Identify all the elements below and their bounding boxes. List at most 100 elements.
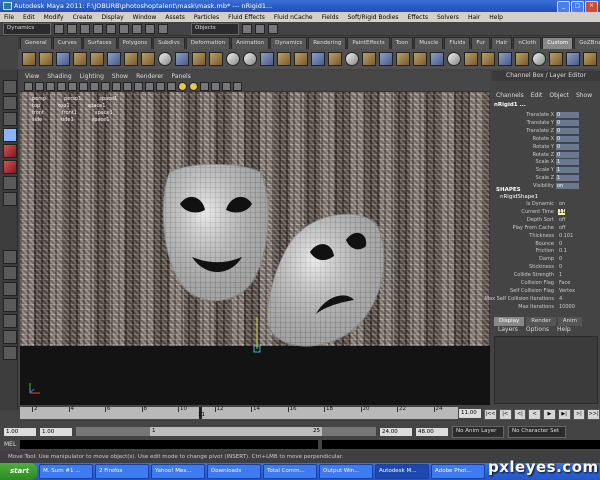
rotate-tool-icon[interactable] (3, 144, 17, 158)
panel-menu-shading[interactable]: Shading (47, 73, 71, 80)
shelf-tool-icon[interactable] (379, 52, 393, 66)
taskbar-item[interactable]: Autodesk M... (375, 464, 430, 479)
shelf-tool-icon[interactable] (90, 52, 104, 66)
comedy-mask[interactable] (163, 164, 269, 302)
animation-start-field[interactable]: 1.00 (4, 427, 36, 436)
sphere-icon[interactable] (226, 52, 240, 66)
attr-value[interactable]: 0.1 (558, 248, 567, 254)
taskbar-item[interactable]: Downloads (207, 464, 262, 479)
render-settings-icon[interactable] (268, 23, 278, 34)
shape-node-name[interactable]: nRigidShape1 (500, 194, 538, 200)
save-scene-icon[interactable] (80, 23, 90, 34)
image-plane-icon[interactable] (57, 81, 66, 91)
playback-start-field[interactable]: 1.00 (40, 427, 72, 436)
bookmark-icon[interactable] (46, 81, 55, 91)
mel-input[interactable] (20, 440, 319, 449)
attr-value[interactable]: 1 (558, 272, 562, 278)
attr-value[interactable]: 0 (556, 119, 579, 126)
attr-row-scale-x[interactable]: Scale X1 (492, 159, 598, 166)
perspective-viewport[interactable]: persp persp1 space1 top top1 space1 front front… (20, 92, 490, 405)
xray-icon[interactable] (211, 81, 220, 91)
sphere-icon[interactable] (243, 52, 257, 66)
lasso-tool-icon[interactable] (3, 96, 17, 110)
attr-row-max-iterations[interactable]: Max Iterations 10000 (492, 304, 598, 311)
last-tool-icon[interactable] (3, 192, 17, 206)
attr-row-stickiness[interactable]: Stickiness 0 (492, 264, 598, 271)
taskbar-item[interactable]: Yahoo! Mes... (151, 464, 206, 479)
sphere-icon[interactable] (532, 52, 546, 66)
menuset-dropdown[interactable]: Dynamics (3, 22, 51, 35)
range-slider-handle[interactable]: 1 25 (150, 427, 322, 436)
gate-mask-icon[interactable] (101, 81, 110, 91)
close-button[interactable]: × (585, 1, 598, 12)
camera-icon[interactable] (24, 81, 33, 91)
panel-menu-show[interactable]: Show (112, 73, 128, 80)
select-component-icon[interactable] (119, 23, 129, 34)
shelf-tool-icon[interactable] (124, 52, 138, 66)
shelf-tool-icon[interactable] (22, 52, 36, 66)
menu-assets[interactable]: Assets (165, 14, 185, 21)
menu-fluid-ncache[interactable]: Fluid nCache (274, 14, 313, 21)
shelf-tab-custom[interactable]: Custom (542, 37, 574, 49)
playback-button-7[interactable]: >>| (587, 409, 600, 420)
attr-row-translate-y[interactable]: Translate Y0 (492, 119, 598, 127)
panel-menu-panels[interactable]: Panels (171, 73, 190, 80)
new-scene-icon[interactable] (54, 23, 64, 34)
menu-file[interactable]: File (4, 14, 14, 21)
attr-row-max-self-collision-iterations[interactable]: Max Self Collision Iterations 4 (485, 296, 598, 303)
channel-menu-show[interactable]: Show (576, 92, 592, 101)
layout-four-icon[interactable] (3, 266, 17, 280)
menu-soft-rigid-bodies[interactable]: Soft/Rigid Bodies (348, 14, 399, 21)
select-tool-icon[interactable] (3, 80, 17, 94)
attr-row-play-from-cache[interactable]: Play From Cache off (492, 225, 598, 232)
shelf-tool-icon[interactable] (311, 52, 325, 66)
attr-value[interactable]: 0 (556, 143, 579, 150)
animation-end-field[interactable]: 48.00 (416, 427, 448, 436)
snap-point-icon[interactable] (158, 23, 168, 34)
open-scene-icon[interactable] (67, 23, 77, 34)
playback-button-1[interactable]: |< (498, 409, 512, 420)
attr-value[interactable]: 0 (556, 112, 579, 118)
attr-value[interactable]: 0 (556, 151, 579, 158)
menu-modify[interactable]: Modify (44, 14, 64, 21)
playback-button-4[interactable]: ▶ (543, 409, 556, 420)
attr-value[interactable]: off (558, 225, 566, 231)
layer-menu-layers[interactable]: Layers (498, 326, 518, 335)
layer-menu-help[interactable]: Help (557, 326, 571, 335)
menu-window[interactable]: Window (133, 14, 157, 21)
safe-action-icon[interactable] (123, 81, 132, 91)
menu-solvers[interactable]: Solvers (437, 14, 459, 21)
shelf-tab-ncloth[interactable]: nCloth (513, 37, 542, 49)
attr-row-translate-x[interactable]: Translate X0 (492, 112, 598, 119)
film-gate-icon[interactable] (79, 81, 88, 91)
sphere-icon[interactable] (447, 52, 461, 66)
maximize-button[interactable]: □ (571, 1, 584, 12)
layout-single-icon[interactable] (3, 250, 17, 264)
scale-tool-icon[interactable] (3, 160, 17, 174)
playback-button-2[interactable]: <| (513, 409, 527, 420)
isolate-select-icon[interactable] (222, 81, 231, 91)
panel-menu-view[interactable]: View (25, 73, 39, 80)
ipr-render-icon[interactable] (255, 23, 265, 34)
render-icon[interactable] (242, 23, 252, 34)
default-light-icon[interactable] (189, 81, 198, 91)
menu-help[interactable]: Help (489, 14, 503, 21)
attr-row-collide-strength[interactable]: Collide Strength 1 (492, 272, 598, 279)
select-object-icon[interactable] (106, 23, 116, 34)
paint-select-icon[interactable] (3, 112, 17, 126)
attr-row-thickness[interactable]: Thickness 0.101 (492, 233, 598, 240)
shelf-tool-icon[interactable] (39, 52, 53, 66)
shelf-tool-icon[interactable] (107, 52, 121, 66)
textured-icon[interactable] (167, 81, 176, 91)
shelf-tool-icon[interactable] (515, 52, 529, 66)
shelf-tab-gozbrush[interactable]: GoZBrush (574, 37, 600, 49)
selected-object-name[interactable]: nRigid1 ... (494, 102, 598, 110)
current-frame-field[interactable]: 11.00 (459, 409, 481, 418)
attr-row-friction[interactable]: Friction 0.1 (492, 248, 598, 255)
shelf-tool-icon[interactable] (413, 52, 427, 66)
shelf-tool-icon[interactable] (192, 52, 206, 66)
shelf-tab-animation[interactable]: Animation (231, 37, 270, 49)
shelf-tab-general[interactable]: General (20, 37, 52, 49)
menu-edit[interactable]: Edit (23, 14, 35, 21)
time-slider[interactable]: 11 2 4 6 8 10 12 14 16 18 20 22 24 (20, 406, 458, 419)
